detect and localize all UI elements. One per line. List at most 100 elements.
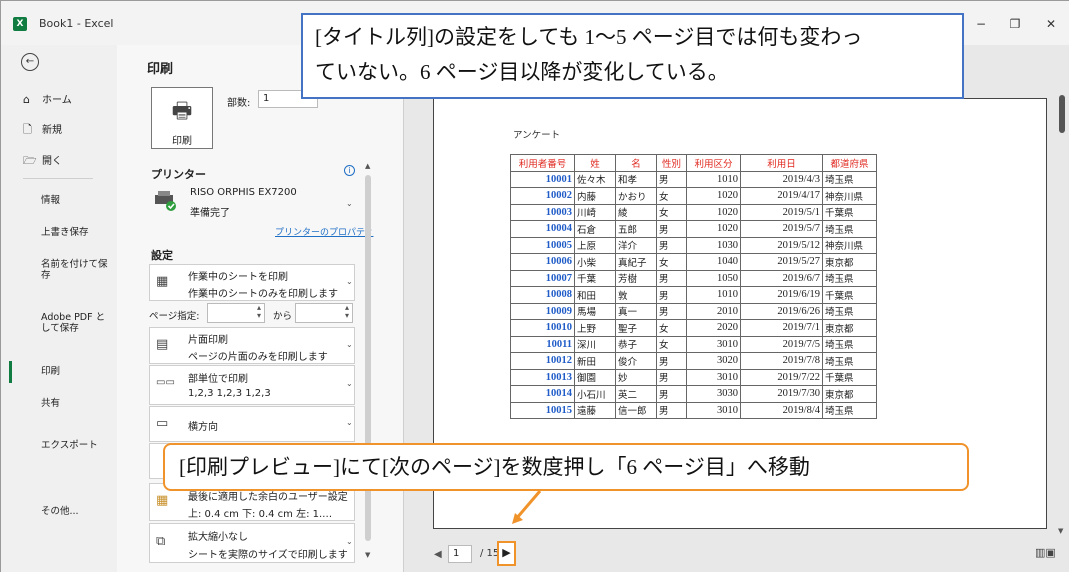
scroll-down-icon[interactable]: ▼ (1058, 527, 1063, 535)
table-cell: 10013 (510, 368, 575, 386)
table-cell: 10004 (510, 220, 575, 238)
next-page-button[interactable]: ▶ (497, 541, 516, 566)
table-cell: 10015 (510, 401, 575, 419)
table-cell: 2019/7/1 (740, 319, 823, 337)
table-cell: 千葉 (574, 269, 616, 287)
nav-item-save-as[interactable]: 名前を付けて保存 (41, 259, 113, 281)
print-what-dropdown[interactable]: ▦ 作業中のシートを印刷 作業中のシートのみを印刷します ⌄ (149, 264, 355, 301)
printer-device-icon (155, 191, 176, 211)
callout-top-line1: [タイトル列]の設定をしても 1～5 ページ目では何も変わっ (315, 25, 863, 49)
table-cell: 女 (656, 187, 687, 205)
print-preview: アンケート 利用者番号 姓 名 性別 利用区分 利用日 都道府県 10001 佐々… (403, 45, 1069, 572)
table-row: 10007 千葉 芳樹男 1050 2019/6/7 埼玉県 (510, 269, 877, 287)
column-header: 利用者番号 (510, 154, 575, 172)
table-cell: 2019/5/27 (740, 253, 823, 271)
table-cell: 10014 (510, 385, 575, 403)
table-row: 10006 小柴 真紀子女 1040 2019/5/27 東京都 (510, 253, 877, 271)
table-row: 10010 上野 聖子女 2020 2019/7/1 東京都 (510, 319, 877, 337)
table-cell: 2019/6/26 (740, 302, 823, 320)
printer-name[interactable]: RISO ORPHIS EX7200 (190, 187, 297, 198)
table-cell: 男 (656, 385, 687, 403)
back-arrow-icon[interactable]: ← (21, 53, 39, 71)
close-button[interactable]: ✕ (1041, 15, 1061, 33)
column-header: 都道府県 (822, 154, 877, 172)
table-cell: 女 (656, 335, 687, 353)
nav-item-save-pdf[interactable]: Adobe PDF として保存 (41, 312, 113, 334)
page-navigation: ◀ 1 / 15 ▶ ▥▣ (404, 541, 1069, 571)
callout-arrow-icon (512, 490, 542, 524)
sheet-icon: ▦ (156, 274, 169, 289)
table-cell: 神奈川県 (822, 187, 877, 205)
table-cell: 3030 (686, 385, 741, 403)
table-row: 10008 和田敦男 1010 2019/6/19 千葉県 (510, 286, 877, 304)
table-cell: 東京都 (822, 253, 877, 271)
minimize-button[interactable]: − (971, 15, 991, 33)
copies-label: 部数: (227, 98, 251, 109)
pages-from-input[interactable]: ▴ ▾ (207, 303, 265, 323)
scroll-down-icon[interactable]: ▼ (365, 551, 370, 559)
table-cell: 2019/4/17 (740, 187, 823, 205)
nav-item-print[interactable]: 印刷 (41, 366, 113, 377)
restore-button[interactable]: ❐ (1005, 15, 1025, 33)
table-cell: 1020 (686, 203, 741, 221)
table-row: 10004 石倉 五郎男 1020 2019/5/7 埼玉県 (510, 220, 877, 238)
excel-logo-icon: X (13, 17, 27, 31)
table-cell: 2020 (686, 319, 741, 337)
nav-item-new[interactable]: 🗋 新規 (23, 121, 62, 140)
callout-bottom: [印刷プレビュー]にて[次のページ]を数度押し「6 ページ目」へ移動 (163, 443, 969, 491)
previous-page-icon[interactable]: ◀ (434, 549, 442, 560)
chevron-down-icon: ⌄ (346, 537, 353, 546)
table-cell: 1040 (686, 253, 741, 271)
scaling-dropdown[interactable]: ⧉ 拡大縮小なし シートを実際のサイズで印刷します ⌄ (149, 523, 355, 563)
nav-item-share[interactable]: 共有 (41, 398, 113, 409)
margins-icon: ▦ (156, 493, 169, 508)
collate-dropdown[interactable]: ▭▭ 部単位で印刷 1,2,3 1,2,3 1,2,3 ⌄ (149, 365, 355, 405)
table-cell: 小石川 (574, 385, 616, 403)
chevron-down-icon: ⌄ (346, 340, 353, 349)
preview-scrollbar[interactable] (1059, 95, 1065, 133)
table-cell: 10012 (510, 352, 575, 370)
orientation-dropdown[interactable]: ▭ 横方向 ⌄ (149, 406, 355, 442)
table-row: 10012 新田 俊介男 3020 2019/7/8 埼玉県 (510, 352, 877, 370)
print-button[interactable]: 🖶 印刷 (151, 87, 213, 149)
nav-item-export[interactable]: エクスポート (41, 440, 113, 451)
nav-item-info[interactable]: 情報 (41, 195, 113, 206)
page-title: 印刷 (147, 62, 174, 77)
table-cell: 東京都 (822, 319, 877, 337)
table-cell: 2019/6/19 (740, 286, 823, 304)
table-cell: かおり (615, 187, 657, 205)
chevron-down-icon: ⌄ (346, 418, 353, 427)
table-cell: 2019/6/7 (740, 269, 823, 287)
printer-icon: 🖶 (171, 99, 193, 124)
printer-properties-link[interactable]: プリンターのプロパティ (275, 225, 373, 238)
table-cell: 埼玉県 (822, 269, 877, 287)
nav-item-save[interactable]: 上書き保存 (41, 227, 113, 238)
chevron-down-icon: ⌄ (346, 379, 353, 388)
scroll-up-icon[interactable]: ▲ (365, 162, 370, 170)
column-header: 性別 (656, 154, 687, 172)
nav-item-home[interactable]: ⌂ ホーム (23, 91, 72, 106)
nav-item-more[interactable]: その他... (41, 506, 113, 517)
table-cell: 2019/5/7 (740, 220, 823, 238)
nav-item-open[interactable]: 🗁 開く (23, 152, 62, 171)
table-cell: 1050 (686, 269, 741, 287)
table-cell: 3010 (686, 368, 741, 386)
chevron-down-icon[interactable]: ⌄ (346, 199, 353, 208)
pages-to-input[interactable]: ▴ ▾ (295, 303, 353, 323)
table-cell: 男 (656, 269, 687, 287)
active-indicator (9, 361, 12, 383)
current-page-input[interactable]: 1 (448, 545, 472, 563)
table-cell: 2019/7/5 (740, 335, 823, 353)
table-cell: 10009 (510, 302, 575, 320)
pages-to-label: から (273, 311, 293, 322)
info-icon[interactable]: i (344, 165, 355, 176)
sides-dropdown[interactable]: ▤ 片面印刷 ページの片面のみを印刷します ⌄ (149, 327, 355, 364)
view-toggle-icon[interactable]: ▥▣ (1035, 546, 1056, 559)
table-cell: 芳樹 (615, 269, 657, 287)
table-cell: 10005 (510, 236, 575, 254)
table-cell: 男 (656, 236, 687, 254)
backstage-nav: ← ⌂ ホーム 🗋 新規 🗁 開く 情報 上書き保存 名前を付けて保存 Adobe P… (1, 45, 117, 572)
table-cell: 3010 (686, 335, 741, 353)
table-cell: 3020 (686, 352, 741, 370)
table-cell: 上原 (574, 236, 616, 254)
